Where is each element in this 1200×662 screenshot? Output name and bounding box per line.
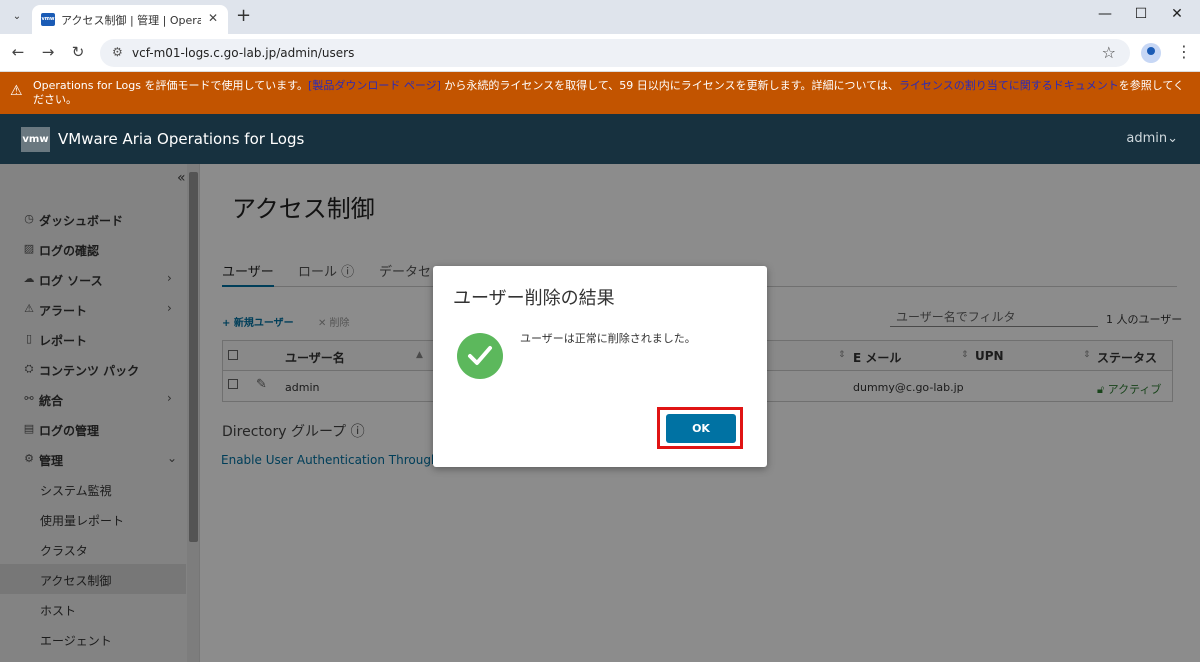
browser-tab-bar: ⌄ vmw アクセス制御 | 管理 | Operations ✕ + — ☐ ✕	[0, 0, 1200, 34]
forward-arrow-icon[interactable]: →	[38, 43, 58, 61]
delete-result-dialog: ユーザー削除の結果 ユーザーは正常に削除されました。 OK	[433, 266, 767, 467]
license-doc-link[interactable]: ライセンスの割り当てに関するドキュメント	[899, 79, 1119, 92]
ok-button[interactable]: OK	[666, 414, 736, 443]
site-settings-icon[interactable]: ⚙	[112, 45, 123, 59]
modal-message: ユーザーは正常に削除されました。	[520, 332, 696, 345]
tab-search-chevron-icon[interactable]: ⌄	[6, 7, 28, 27]
app-header: vmw VMware Aria Operations for Logs admi…	[0, 114, 1200, 164]
banner-text: Operations for Logs を評価モードで使用しています。[製品ダウ…	[33, 79, 1185, 106]
bookmark-star-icon[interactable]: ☆	[1102, 43, 1116, 62]
product-download-link[interactable]: [製品ダウンロード ページ]	[308, 79, 441, 92]
checkmark-icon	[468, 346, 492, 365]
reload-icon[interactable]: ↻	[68, 43, 88, 61]
window-close-icon[interactable]: ✕	[1162, 6, 1192, 22]
favicon-icon: vmw	[41, 13, 55, 26]
evaluation-banner: ⚠ Operations for Logs を評価モードで使用しています。[製品…	[0, 72, 1200, 114]
back-arrow-icon[interactable]: ←	[8, 43, 28, 61]
browser-menu-icon[interactable]: ⋮	[1176, 42, 1192, 61]
warning-icon: ⚠	[10, 83, 23, 99]
browser-tab[interactable]: vmw アクセス制御 | 管理 | Operations ✕	[32, 5, 228, 34]
address-bar: ← → ↻ ⚙ vcf-m01-logs.c.go-lab.jp/admin/u…	[0, 34, 1200, 72]
url-text: vcf-m01-logs.c.go-lab.jp/admin/users	[132, 46, 355, 60]
profile-avatar-icon[interactable]	[1141, 43, 1161, 63]
chevron-down-icon: ⌄	[1167, 131, 1178, 146]
maximize-icon[interactable]: ☐	[1126, 6, 1156, 22]
tab-title: アクセス制御 | 管理 | Operations	[61, 14, 201, 27]
user-menu[interactable]: admin⌄	[1126, 131, 1178, 146]
modal-title: ユーザー削除の結果	[453, 288, 615, 309]
tab-close-icon[interactable]: ✕	[208, 11, 218, 25]
success-check-icon	[457, 333, 503, 379]
minimize-icon[interactable]: —	[1090, 6, 1120, 22]
url-input[interactable]: ⚙ vcf-m01-logs.c.go-lab.jp/admin/users ☆	[100, 39, 1130, 67]
vmw-logo: vmw	[21, 127, 50, 152]
app-title: VMware Aria Operations for Logs	[58, 130, 305, 148]
new-tab-plus-icon[interactable]: +	[236, 5, 251, 26]
